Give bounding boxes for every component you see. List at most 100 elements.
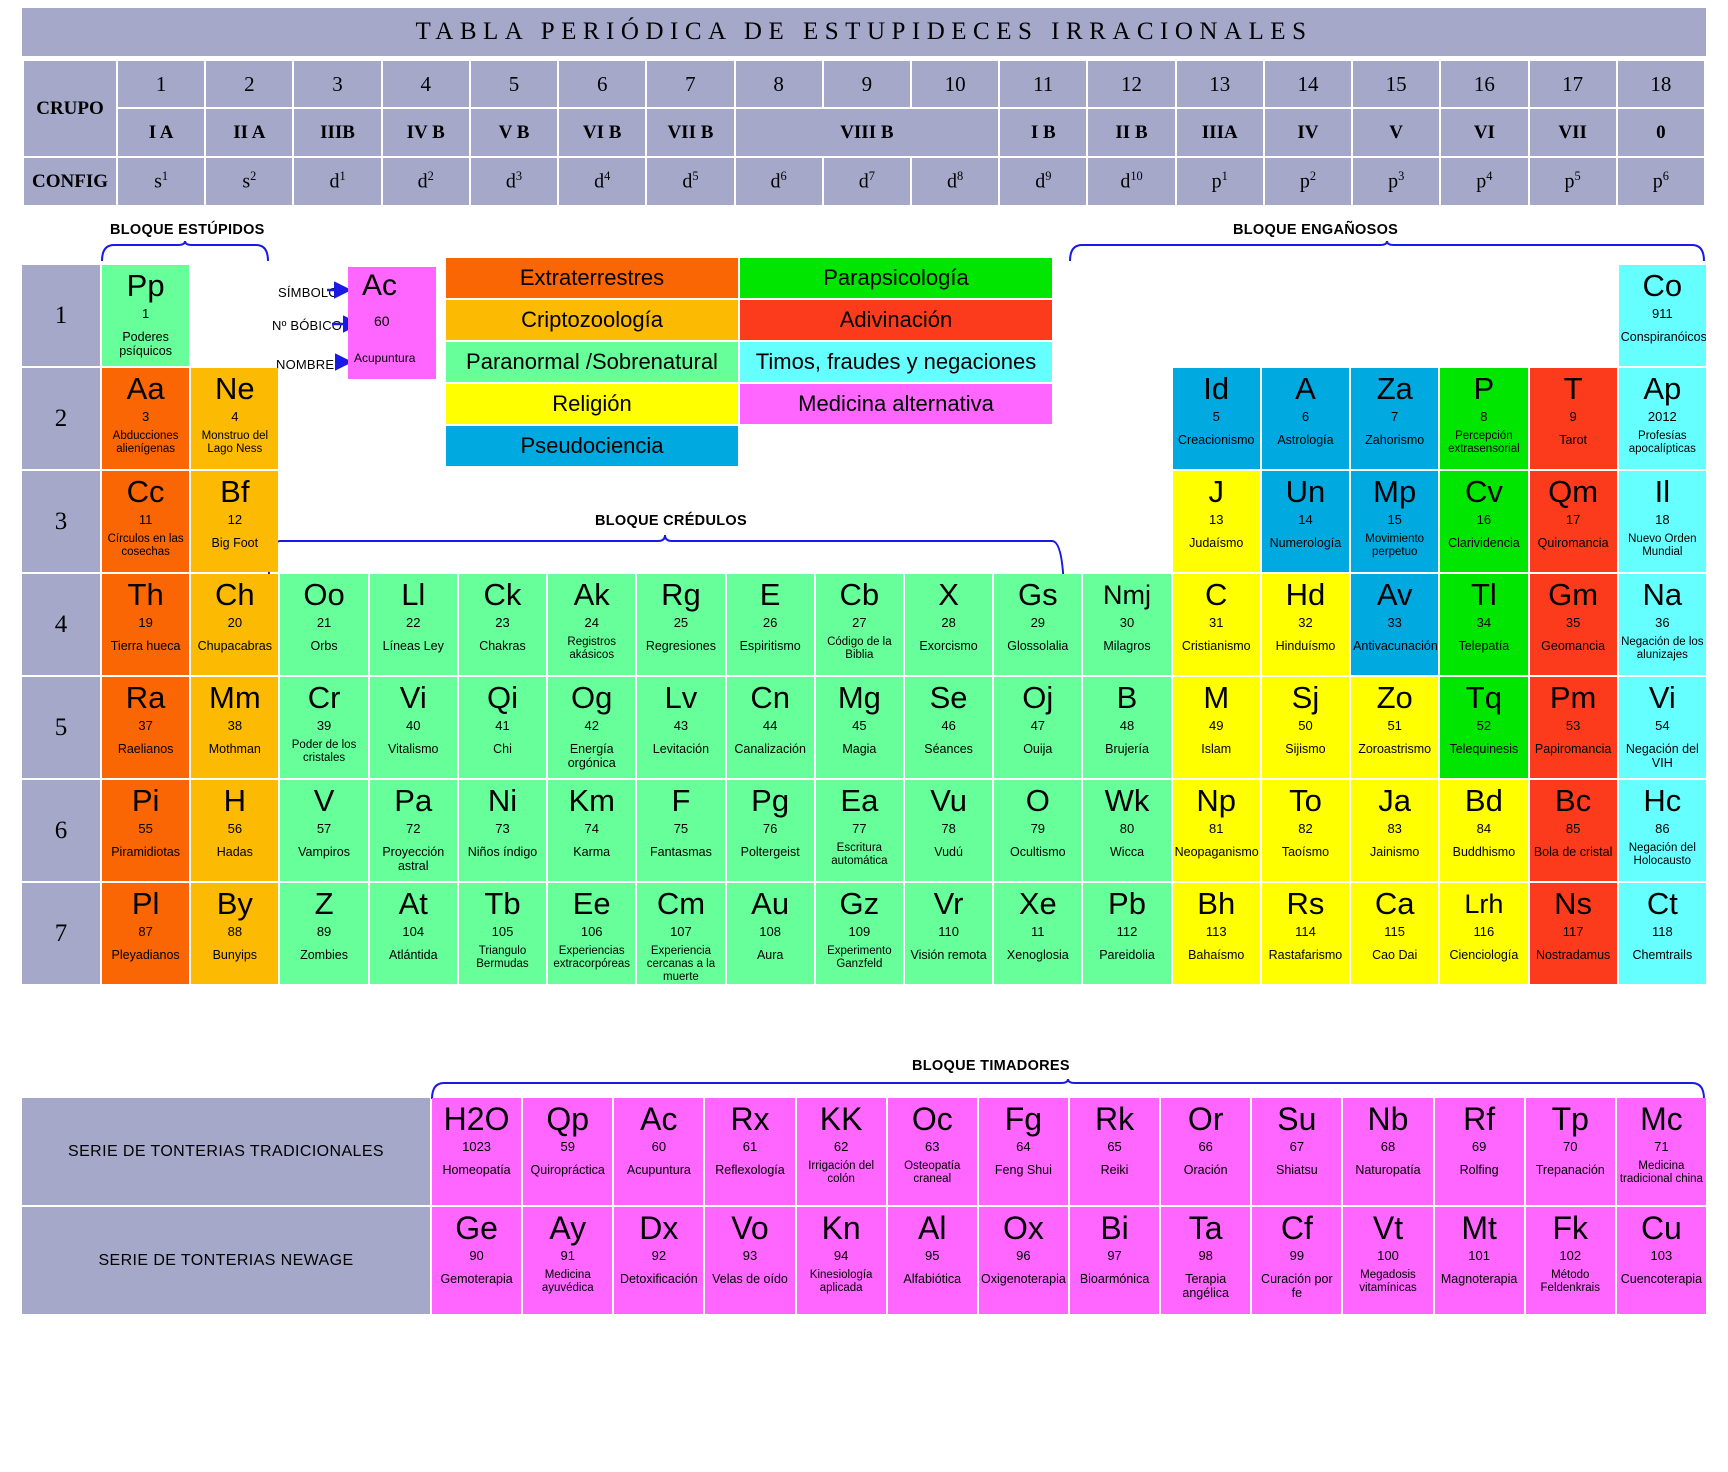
- element-Hd[interactable]: Hd 32 Hinduísmo: [1261, 574, 1350, 675]
- element-Vt[interactable]: Vt 100 Megadosis vitamínicas: [1343, 1207, 1433, 1314]
- element-Bf[interactable]: Bf 12 Big Foot: [191, 471, 279, 572]
- element-Cc[interactable]: Cc 11 Círculos en las cosechas: [102, 471, 190, 572]
- element-Pg[interactable]: Pg 76 Poltergeist: [726, 780, 814, 881]
- element-Pi[interactable]: Pi 55 Piramidiotas: [102, 780, 190, 881]
- element-Kn[interactable]: Kn 94 Kinesiología aplicada: [796, 1207, 886, 1314]
- element-Pb[interactable]: Pb 112 Pareidolia: [1083, 883, 1171, 984]
- element-Mm[interactable]: Mm 38 Mothman: [191, 677, 279, 778]
- element-Rg[interactable]: Rg 25 Regresiones: [637, 574, 725, 675]
- element-F[interactable]: F 75 Fantasmas: [637, 780, 725, 881]
- element-Id[interactable]: Id 5 Creacionismo: [1172, 368, 1260, 469]
- element-Al[interactable]: Al 95 Alfabiótica: [887, 1207, 977, 1314]
- element-Hc[interactable]: Hc 86 Negación del Holocausto: [1618, 780, 1706, 881]
- element-Wk[interactable]: Wk 80 Wicca: [1083, 780, 1171, 881]
- element-Ct[interactable]: Ct 118 Chemtrails: [1618, 883, 1706, 984]
- element-Th[interactable]: Th 19 Tierra hueca: [102, 574, 190, 675]
- element-Pm[interactable]: Pm 53 Papiromancia: [1529, 677, 1617, 778]
- element-Ay[interactable]: Ay 91 Medicina ayuvédica: [523, 1207, 613, 1314]
- element-X[interactable]: X 28 Exorcismo: [904, 574, 993, 675]
- element-Ta[interactable]: Ta 98 Terapia angélica: [1161, 1207, 1251, 1314]
- element-Pl[interactable]: Pl 87 Pleyadianos: [102, 883, 190, 984]
- element-Ni[interactable]: Ni 73 Niños índigo: [458, 780, 547, 881]
- element-Gz[interactable]: Gz 109 Experimento Ganzfeld: [815, 883, 903, 984]
- element-Ja[interactable]: Ja 83 Jainismo: [1351, 780, 1439, 881]
- element-Av[interactable]: Av 33 Antivacunación: [1351, 574, 1439, 675]
- element-Ra[interactable]: Ra 37 Raelianos: [102, 677, 190, 778]
- element-Cm[interactable]: Cm 107 Experiencia cercanas a la muerte: [637, 883, 725, 984]
- element-Cu[interactable]: Cu 103 Cuencoterapia: [1616, 1207, 1706, 1314]
- element-Bc[interactable]: Bc 85 Bola de cristal: [1529, 780, 1617, 881]
- element-Ak[interactable]: Ak 24 Registros akásicos: [548, 574, 636, 675]
- element-Ge[interactable]: Ge 90 Gemoterapia: [432, 1207, 522, 1314]
- element-To[interactable]: To 82 Taoísmo: [1261, 780, 1350, 881]
- element-Ee[interactable]: Ee 106 Experiencias extracorpóreas: [548, 883, 636, 984]
- element-Cr[interactable]: Cr 39 Poder de los cristales: [280, 677, 368, 778]
- element-Ea[interactable]: Ea 77 Escritura automática: [815, 780, 903, 881]
- element-Nb[interactable]: Nb 68 Naturopatía: [1343, 1098, 1433, 1205]
- element-H2O[interactable]: H2O 1023 Homeopatía: [432, 1098, 522, 1205]
- element-J[interactable]: J 13 Judaísmo: [1172, 471, 1260, 572]
- element-Vo[interactable]: Vo 93 Velas de oído: [705, 1207, 795, 1314]
- element-Oj[interactable]: Oj 47 Ouija: [994, 677, 1082, 778]
- element-Tp[interactable]: Tp 70 Trepanación: [1525, 1098, 1615, 1205]
- element-Un[interactable]: Un 14 Numerología: [1261, 471, 1350, 572]
- element-Lrh[interactable]: Lrh 116 Cienciología: [1440, 883, 1528, 984]
- element-Vu[interactable]: Vu 78 Vudú: [904, 780, 993, 881]
- element-KK[interactable]: KK 62 Irrigación del colón: [796, 1098, 886, 1205]
- element-Rf[interactable]: Rf 69 Rolfing: [1434, 1098, 1524, 1205]
- element-Fg[interactable]: Fg 64 Feng Shui: [978, 1098, 1068, 1205]
- element-Oc[interactable]: Oc 63 Osteopatía craneal: [887, 1098, 977, 1205]
- element-Qp[interactable]: Qp 59 Quiropráctica: [523, 1098, 613, 1205]
- element-Co[interactable]: Co 911 Conspiranóicos: [1618, 265, 1706, 366]
- element-Ca[interactable]: Ca 115 Cao Dai: [1351, 883, 1439, 984]
- element-Lv[interactable]: Lv 43 Levitación: [637, 677, 725, 778]
- element-Bi[interactable]: Bi 97 Bioarmónica: [1069, 1207, 1160, 1314]
- element-Qi[interactable]: Qi 41 Chi: [458, 677, 547, 778]
- element-Se[interactable]: Se 46 Séances: [904, 677, 993, 778]
- element-Au[interactable]: Au 108 Aura: [726, 883, 814, 984]
- element-Dx[interactable]: Dx 92 Detoxificación: [614, 1207, 704, 1314]
- element-Ap[interactable]: Ap 2012 Profesías apocalípticas: [1618, 368, 1706, 469]
- element-Cv[interactable]: Cv 16 Clarividencia: [1440, 471, 1528, 572]
- element-Aa[interactable]: Aa 3 Abducciones alienígenas: [102, 368, 190, 469]
- element-A[interactable]: A 6 Astrología: [1261, 368, 1350, 469]
- element-Oo[interactable]: Oo 21 Orbs: [280, 574, 368, 675]
- element-Ch[interactable]: Ch 20 Chupacabras: [191, 574, 279, 675]
- element-Mc[interactable]: Mc 71 Medicina tradicional china: [1616, 1098, 1706, 1205]
- element-Tl[interactable]: Tl 34 Telepatía: [1440, 574, 1528, 675]
- element-Qm[interactable]: Qm 17 Quiromancia: [1529, 471, 1617, 572]
- element-B[interactable]: B 48 Brujería: [1083, 677, 1171, 778]
- element-Np[interactable]: Np 81 Neopaganismo: [1172, 780, 1260, 881]
- element-Or[interactable]: Or 66 Oración: [1161, 1098, 1251, 1205]
- element-Zo[interactable]: Zo 51 Zoroastrismo: [1351, 677, 1439, 778]
- element-Za[interactable]: Za 7 Zahorismo: [1351, 368, 1439, 469]
- element-Ne[interactable]: Ne 4 Monstruo del Lago Ness: [191, 368, 279, 469]
- element-Ns[interactable]: Ns 117 Nostradamus: [1529, 883, 1617, 984]
- element-C[interactable]: C 31 Cristianismo: [1172, 574, 1260, 675]
- element-Rs[interactable]: Rs 114 Rastafarismo: [1261, 883, 1350, 984]
- element-Z[interactable]: Z 89 Zombies: [280, 883, 368, 984]
- element-Rx[interactable]: Rx 61 Reflexología: [705, 1098, 795, 1205]
- element-Mp[interactable]: Mp 15 Movimiento perpetuo: [1351, 471, 1439, 572]
- element-Ox[interactable]: Ox 96 Oxigenoterapia: [978, 1207, 1068, 1314]
- element-At[interactable]: At 104 Atlántida: [369, 883, 457, 984]
- element-Vi[interactable]: Vi 40 Vitalismo: [369, 677, 457, 778]
- element-Tq[interactable]: Tq 52 Telequinesis: [1440, 677, 1528, 778]
- element-Ck[interactable]: Ck 23 Chakras: [458, 574, 547, 675]
- element-Mg[interactable]: Mg 45 Magia: [815, 677, 903, 778]
- element-V[interactable]: V 57 Vampiros: [280, 780, 368, 881]
- element-Ac[interactable]: Ac 60 Acupuntura: [614, 1098, 704, 1205]
- element-P[interactable]: P 8 Percepción extrasensorial: [1440, 368, 1528, 469]
- element-Bd[interactable]: Bd 84 Buddhismo: [1440, 780, 1528, 881]
- element-Cb[interactable]: Cb 27 Código de la Biblia: [815, 574, 903, 675]
- element-Pp[interactable]: Pp 1 Poderes psíquicos: [102, 265, 190, 366]
- element-Fk[interactable]: Fk 102 Método Feldenkrais: [1525, 1207, 1615, 1314]
- element-Sj[interactable]: Sj 50 Sijismo: [1261, 677, 1350, 778]
- element-Gs[interactable]: Gs 29 Glossolalia: [994, 574, 1082, 675]
- element-Pa[interactable]: Pa 72 Proyección astral: [369, 780, 457, 881]
- element-Su[interactable]: Su 67 Shiatsu: [1252, 1098, 1342, 1205]
- element-Cf[interactable]: Cf 99 Curación por fe: [1252, 1207, 1342, 1314]
- element-O[interactable]: O 79 Ocultismo: [994, 780, 1082, 881]
- element-Og[interactable]: Og 42 Energía orgónica: [548, 677, 636, 778]
- element-Na[interactable]: Na 36 Negación de los alunizajes: [1618, 574, 1706, 675]
